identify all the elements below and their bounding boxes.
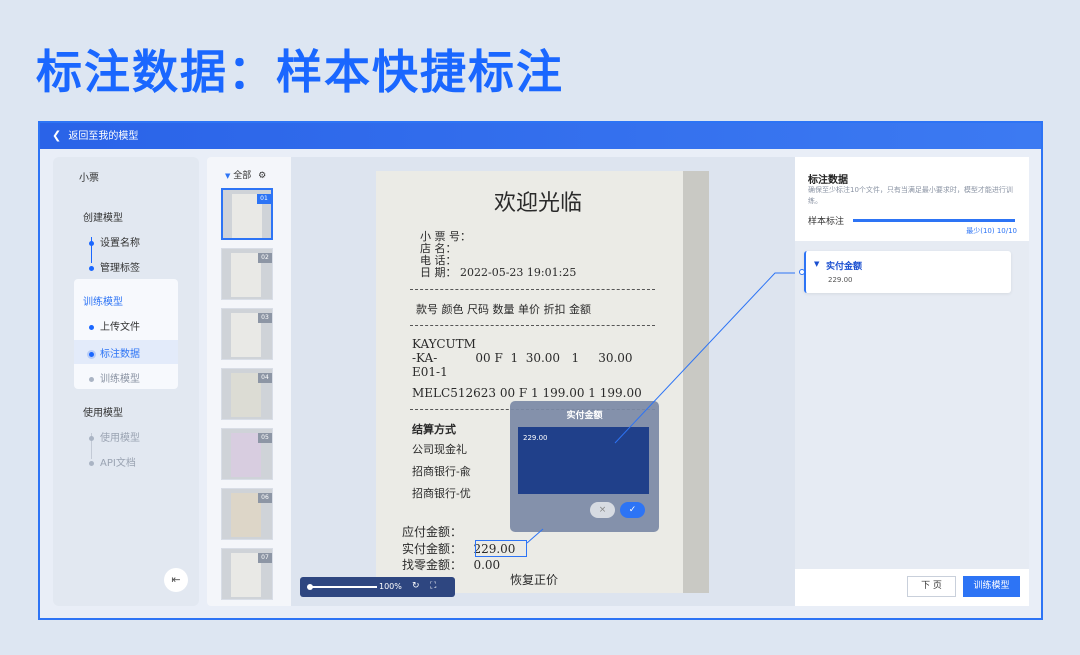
page-headline: 标注数据：样本快捷标注 — [36, 45, 564, 99]
connector-line — [526, 272, 795, 544]
app-window: ❮ 返回至我的模型 小票 创建模型 设置名称 管理标签 训练模型 上传文件 标注… — [38, 121, 1043, 620]
